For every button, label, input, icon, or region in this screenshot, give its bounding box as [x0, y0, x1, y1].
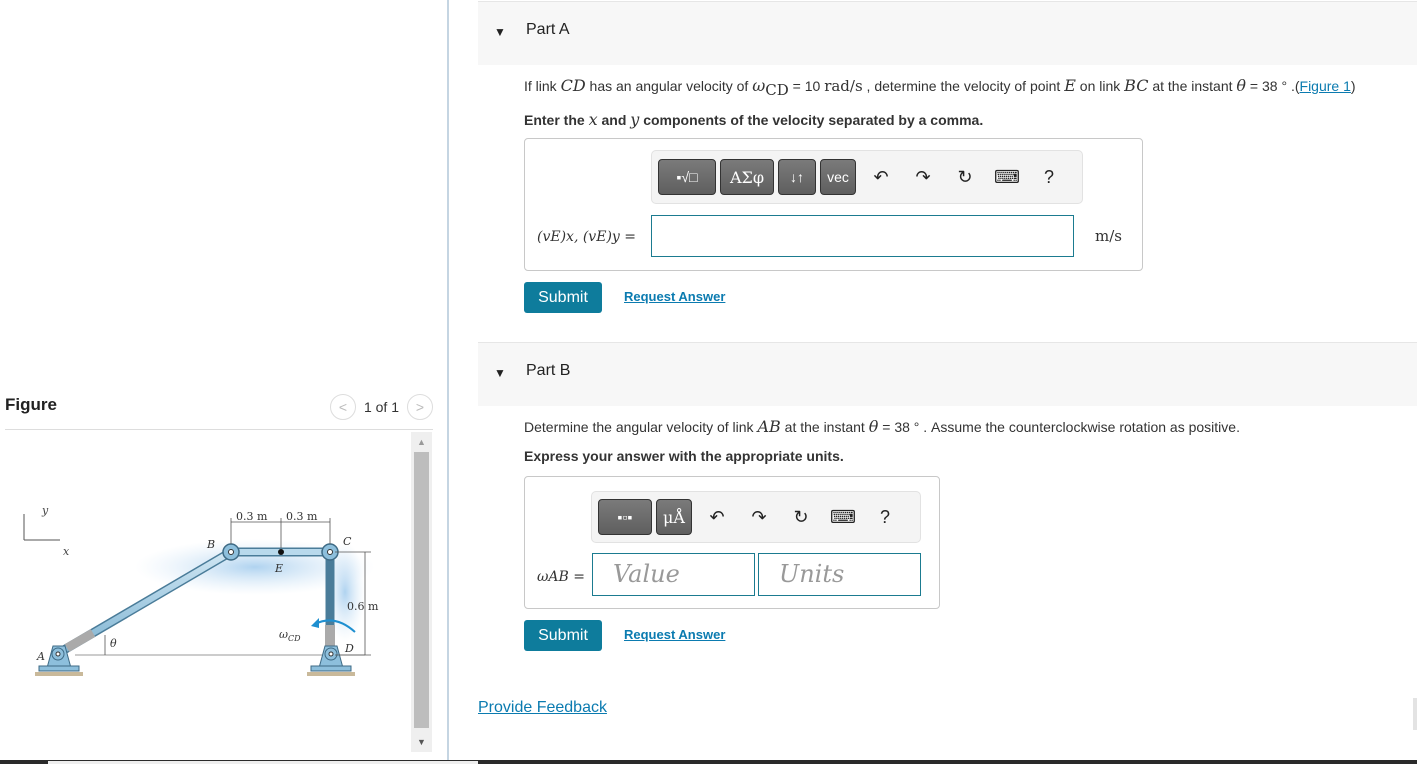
part-a-question: If link CD has an angular velocity of ωC… [524, 76, 1356, 99]
templates-button[interactable]: ▪√□ [658, 159, 716, 195]
units-button[interactable]: μÅ [656, 499, 692, 535]
greek-button[interactable]: ΑΣφ [720, 159, 774, 195]
figure-title: Figure [5, 395, 57, 414]
part-a-submit-button[interactable]: Submit [524, 282, 602, 313]
label-omega: ω [279, 628, 288, 641]
figure-1-link[interactable]: Figure 1 [1300, 78, 1351, 94]
label-theta: θ [110, 637, 117, 650]
value-input[interactable]: Value [592, 553, 755, 596]
reset-icon[interactable]: ↻ [780, 499, 822, 535]
right-edge-tab [1413, 698, 1417, 730]
next-figure-button[interactable]: > [407, 394, 433, 420]
part-a-unit: m/s [1095, 227, 1122, 245]
figure-header: Figure < 1 of 1 > [5, 392, 433, 430]
dim-cd: 0.6 m [347, 600, 379, 613]
fraction-template-icon: ▪▫▪ [617, 509, 633, 525]
part-b-question: Determine the angular velocity of link A… [524, 417, 1240, 436]
keyboard-icon[interactable]: ⌨ [822, 499, 864, 535]
scroll-thumb[interactable] [414, 452, 429, 728]
scroll-up-icon[interactable]: ▲ [411, 432, 432, 452]
vec-button[interactable]: vec [820, 159, 856, 195]
part-b-answer-label: ωAB = [537, 569, 585, 585]
part-b-instruction: Express your answer with the appropriate… [524, 448, 844, 464]
prev-figure-button[interactable]: < [329, 394, 356, 420]
linkage-diagram: y x 0.3 m 0.3 m 0.6 m A B C D E θ ω CD [23, 504, 379, 676]
figure-pane: Figure < 1 of 1 > y x 0.3 m 0.3 m 0.6 m … [0, 0, 448, 760]
axis-x-label: x [63, 545, 70, 558]
label-e: E [274, 562, 283, 575]
part-a-answer-label: (vE)x, (vE)y = [537, 229, 636, 245]
label-d: D [344, 642, 354, 655]
bottom-bar [0, 760, 1417, 764]
caret-down-icon: ▼ [494, 25, 506, 39]
help-icon[interactable]: ? [864, 499, 906, 535]
help-icon[interactable]: ? [1028, 159, 1070, 195]
scroll-down-icon[interactable]: ▼ [411, 732, 432, 752]
templates-button[interactable]: ▪▫▪ [598, 499, 652, 535]
part-a-answer-input[interactable] [651, 215, 1074, 257]
provide-feedback-link[interactable]: Provide Feedback [478, 699, 607, 717]
part-a-answer-box: ▪√□ ΑΣφ ↓↑ vec ↶ ↷ ↻ ⌨ ? (vE)x, (vE)y = … [524, 138, 1143, 271]
redo-icon[interactable]: ↷ [738, 499, 780, 535]
xy-axes: y x [23, 504, 70, 558]
part-b-request-answer-link[interactable]: Request Answer [624, 627, 725, 642]
link-cd [325, 552, 335, 654]
keyboard-icon[interactable]: ⌨ [986, 159, 1028, 195]
label-omega-sub: CD [288, 634, 301, 643]
figure-nav: < 1 of 1 > [329, 394, 433, 420]
axis-y-label: y [41, 504, 49, 517]
greek-icon: ΑΣφ [729, 167, 765, 187]
label-b: B [206, 538, 215, 551]
link-bc [231, 547, 330, 557]
label-a: A [36, 650, 45, 663]
part-a-header[interactable]: ▼ Part A [478, 1, 1417, 65]
figure-image: y x 0.3 m 0.3 m 0.6 m A B C D E θ ω CD [5, 432, 410, 758]
chevron-left-icon: < [338, 399, 348, 415]
units-input[interactable]: Units [758, 553, 921, 596]
part-b-title: Part B [526, 362, 571, 379]
undo-icon[interactable]: ↶ [696, 499, 738, 535]
part-a-request-answer-link[interactable]: Request Answer [624, 289, 725, 304]
part-a-title: Part A [526, 21, 570, 38]
part-b-answer-box: ▪▫▪ μÅ ↶ ↷ ↻ ⌨ ? ωAB = Value Units [524, 476, 940, 609]
part-b-submit-button[interactable]: Submit [524, 620, 602, 651]
label-c: C [343, 535, 352, 548]
dim-ec: 0.3 m [286, 510, 318, 523]
chevron-right-icon: > [415, 399, 425, 415]
part-a-instruction: Enter the x and y components of the velo… [524, 110, 984, 129]
part-a-math-toolbar: ▪√□ ΑΣφ ↓↑ vec ↶ ↷ ↻ ⌨ ? [651, 150, 1083, 204]
dim-be: 0.3 m [236, 510, 268, 523]
vec-icon: vec [827, 169, 849, 185]
figure-counter: 1 of 1 [363, 399, 399, 415]
part-b-math-toolbar: ▪▫▪ μÅ ↶ ↷ ↻ ⌨ ? [591, 491, 921, 543]
reset-icon[interactable]: ↻ [944, 159, 986, 195]
arrows-button[interactable]: ↓↑ [778, 159, 816, 195]
pane-divider[interactable] [447, 0, 449, 760]
figure-scrollbar[interactable]: ▲ ▼ [411, 432, 432, 752]
redo-icon[interactable]: ↷ [902, 159, 944, 195]
caret-down-icon: ▼ [494, 366, 506, 380]
undo-icon[interactable]: ↶ [860, 159, 902, 195]
arrows-icon: ↓↑ [790, 169, 804, 185]
units-icon: μÅ [663, 507, 685, 527]
sqrt-template-icon: ▪√□ [676, 169, 698, 185]
part-b-header[interactable]: ▼ Part B [478, 342, 1417, 406]
